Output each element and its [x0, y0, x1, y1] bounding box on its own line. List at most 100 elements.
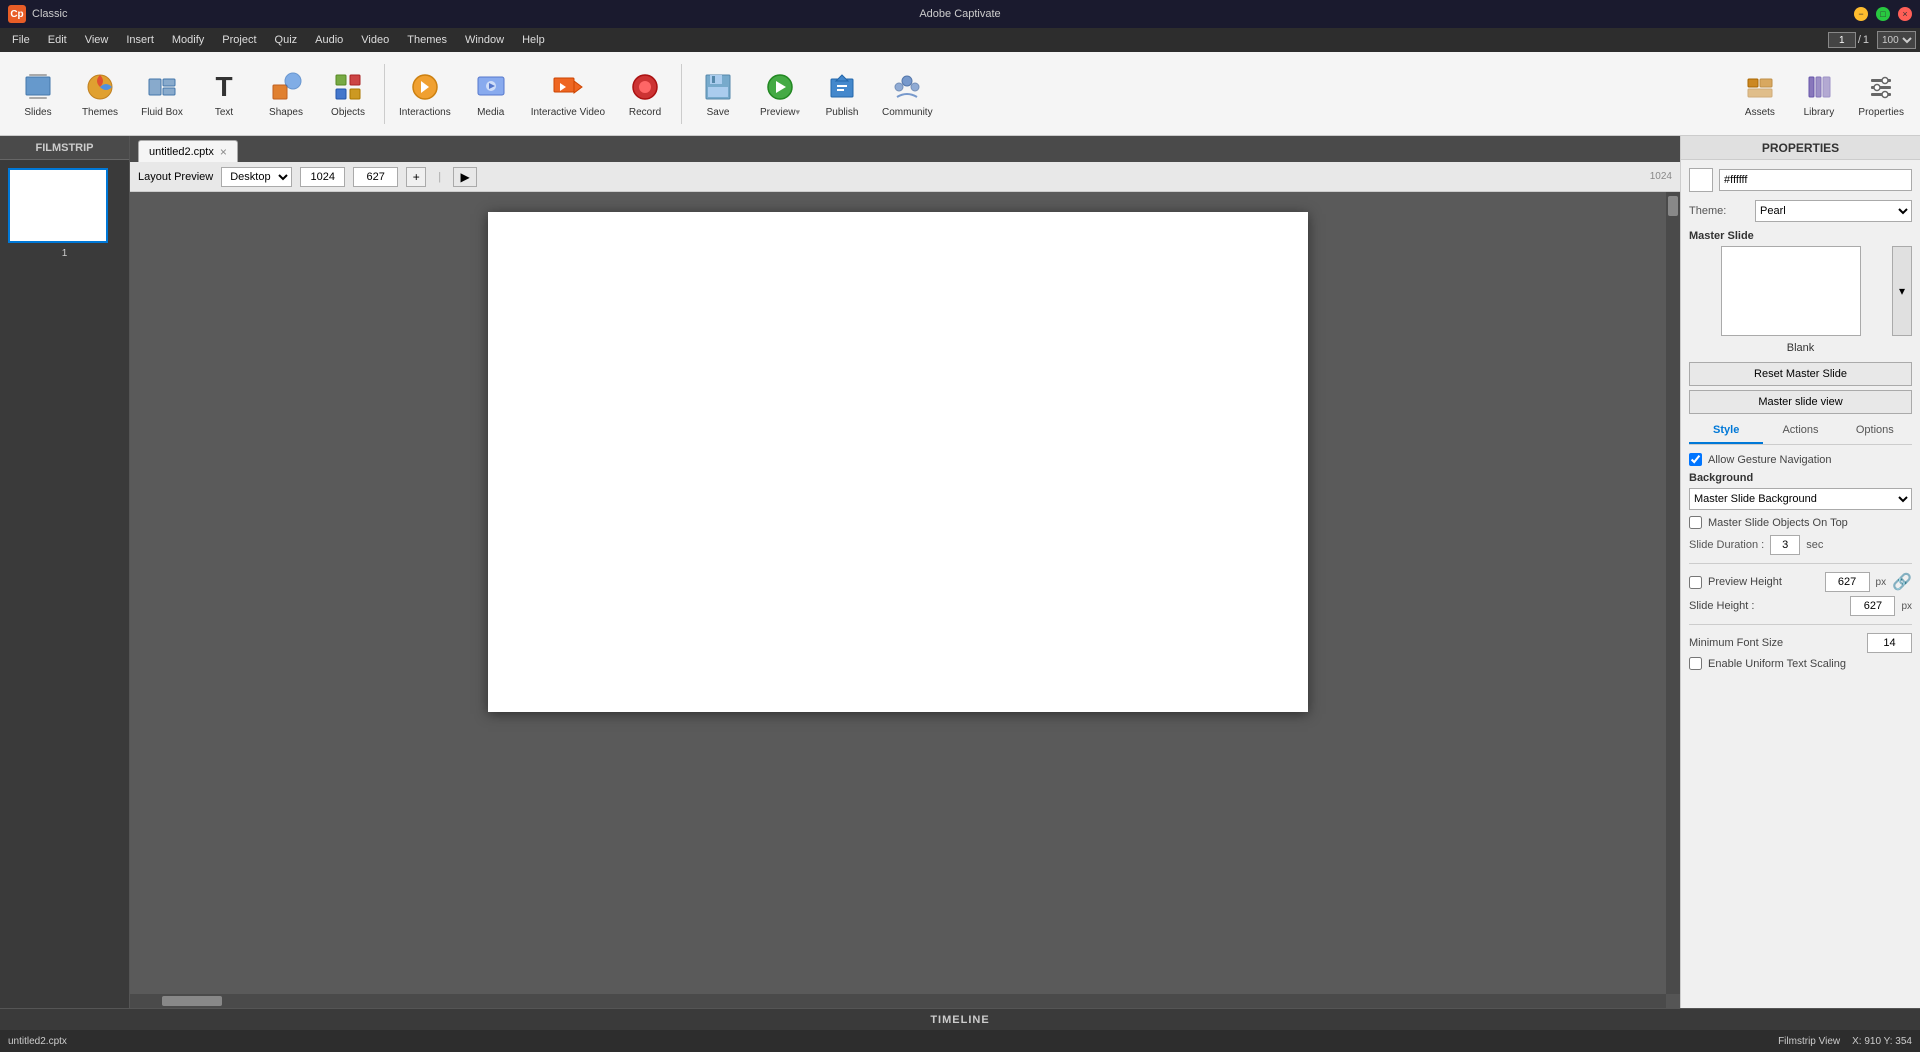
interactive-video-btn[interactable]: Interactive Video	[523, 58, 613, 130]
menu-edit[interactable]: Edit	[40, 32, 75, 48]
slides-btn[interactable]: Slides	[8, 58, 68, 130]
filmstrip-panel: FILMSTRIP 1	[0, 136, 130, 1008]
title-bar-left: Cp Classic	[8, 5, 67, 23]
filmstrip-content: 1	[0, 160, 129, 1008]
slide-1-number: 1	[62, 248, 68, 259]
interactions-label: Interactions	[399, 107, 451, 118]
canvas-column: untitled2.cptx × Layout Preview Desktop …	[130, 136, 1680, 1008]
toolbar-divider-2	[681, 64, 682, 124]
interactions-btn[interactable]: Interactions	[391, 58, 459, 130]
link-icon[interactable]: 🔗	[1892, 572, 1912, 592]
menu-view[interactable]: View	[77, 32, 117, 48]
theme-row: Theme: Pearl	[1689, 200, 1912, 222]
preview-height-value[interactable]	[1825, 572, 1870, 592]
theme-select[interactable]: Pearl	[1755, 200, 1912, 222]
layout-play-btn[interactable]: ▶	[453, 167, 477, 187]
layout-add-btn[interactable]: +	[406, 167, 426, 187]
tab-bar: untitled2.cptx ×	[130, 136, 1680, 162]
master-objects-label: Master Slide Objects On Top	[1708, 517, 1848, 529]
actions-tab[interactable]: Actions	[1763, 418, 1837, 444]
master-slide-preview-row: ▾	[1689, 246, 1912, 336]
layout-preset-select[interactable]: Desktop	[221, 167, 292, 187]
scrollbar-right[interactable]	[1666, 192, 1680, 994]
menu-file[interactable]: File	[4, 32, 38, 48]
fluid-icon	[144, 69, 180, 105]
doc-tab-close[interactable]: ×	[220, 145, 227, 159]
objects-icon	[330, 69, 366, 105]
preview-btn[interactable]: Preview	[750, 58, 810, 130]
layout-width-input[interactable]	[300, 167, 345, 187]
zoom-select[interactable]: 100 75 50 150	[1877, 31, 1916, 49]
canvas-area	[130, 192, 1680, 1008]
menu-quiz[interactable]: Quiz	[267, 32, 306, 48]
library-btn[interactable]: Library	[1791, 58, 1846, 130]
scroll-thumb-top[interactable]	[1668, 196, 1678, 216]
master-objects-checkbox[interactable]	[1689, 516, 1702, 529]
community-btn[interactable]: Community	[874, 58, 941, 130]
publish-btn[interactable]: Publish	[812, 58, 872, 130]
uniform-text-checkbox[interactable]	[1689, 657, 1702, 670]
library-icon	[1801, 69, 1837, 105]
slide-height-value[interactable]	[1850, 596, 1895, 616]
menu-audio[interactable]: Audio	[307, 32, 351, 48]
master-slide-preview	[1721, 246, 1861, 336]
gesture-nav-row: Allow Gesture Navigation	[1689, 453, 1912, 466]
text-btn[interactable]: T Text	[194, 58, 254, 130]
title-bar-center: Adobe Captivate	[919, 8, 1000, 20]
menu-video[interactable]: Video	[353, 32, 397, 48]
color-swatch[interactable]	[1689, 168, 1713, 192]
status-filename: untitled2.cptx	[8, 1036, 67, 1047]
slide-height-row: Slide Height : px	[1689, 596, 1912, 616]
master-slide-arrow[interactable]: ▾	[1892, 246, 1912, 336]
gesture-nav-checkbox[interactable]	[1689, 453, 1702, 466]
options-tab[interactable]: Options	[1838, 418, 1912, 444]
properties-btn[interactable]: Properties	[1850, 58, 1912, 130]
objects-label: Objects	[331, 107, 365, 118]
master-objects-row: Master Slide Objects On Top	[1689, 516, 1912, 529]
filmstrip-header: FILMSTRIP	[0, 136, 129, 160]
document-tab[interactable]: untitled2.cptx ×	[138, 140, 238, 162]
ivideo-label: Interactive Video	[531, 107, 605, 118]
scroll-thumb-h[interactable]	[162, 996, 222, 1006]
layout-height-input[interactable]	[353, 167, 398, 187]
minimize-btn[interactable]: −	[1854, 7, 1868, 21]
preview-height-checkbox[interactable]	[1689, 576, 1702, 589]
media-icon	[473, 69, 509, 105]
slide-1-thumbnail[interactable]	[8, 168, 108, 243]
master-slide-view-btn[interactable]: Master slide view	[1689, 390, 1912, 414]
divider-2	[1689, 624, 1912, 625]
style-tab[interactable]: Style	[1689, 418, 1763, 444]
assets-btn[interactable]: Assets	[1732, 58, 1787, 130]
background-select[interactable]: Master Slide Background	[1689, 488, 1912, 510]
save-btn[interactable]: Save	[688, 58, 748, 130]
filmstrip-view-label[interactable]: Filmstrip View	[1778, 1036, 1840, 1047]
slide-num-input[interactable]	[1828, 32, 1856, 48]
color-input[interactable]	[1719, 169, 1912, 191]
menu-modify[interactable]: Modify	[164, 32, 212, 48]
timeline-bar[interactable]: TIMELINE	[0, 1008, 1920, 1030]
themes-btn[interactable]: Themes	[70, 58, 130, 130]
publish-label: Publish	[826, 107, 859, 118]
shapes-label: Shapes	[269, 107, 303, 118]
close-btn[interactable]: ×	[1898, 7, 1912, 21]
scrollbar-bottom[interactable]	[130, 994, 1666, 1008]
menu-themes[interactable]: Themes	[399, 32, 455, 48]
slide-canvas-wrapper[interactable]	[130, 192, 1666, 994]
media-btn[interactable]: Media	[461, 58, 521, 130]
reset-master-slide-btn[interactable]: Reset Master Slide	[1689, 362, 1912, 386]
min-font-size-value[interactable]	[1867, 633, 1912, 653]
properties-label: Properties	[1858, 107, 1904, 118]
master-slide-section: Master Slide	[1689, 230, 1912, 242]
menu-project[interactable]: Project	[214, 32, 264, 48]
menu-insert[interactable]: Insert	[118, 32, 162, 48]
record-btn[interactable]: Record	[615, 58, 675, 130]
status-bar: untitled2.cptx Filmstrip View X: 910 Y: …	[0, 1030, 1920, 1052]
maximize-btn[interactable]: □	[1876, 7, 1890, 21]
fluid-box-btn[interactable]: Fluid Box	[132, 58, 192, 130]
save-icon	[700, 69, 736, 105]
slide-duration-input[interactable]	[1770, 535, 1800, 555]
menu-help[interactable]: Help	[514, 32, 553, 48]
objects-btn[interactable]: Objects	[318, 58, 378, 130]
menu-window[interactable]: Window	[457, 32, 512, 48]
shapes-btn[interactable]: Shapes	[256, 58, 316, 130]
